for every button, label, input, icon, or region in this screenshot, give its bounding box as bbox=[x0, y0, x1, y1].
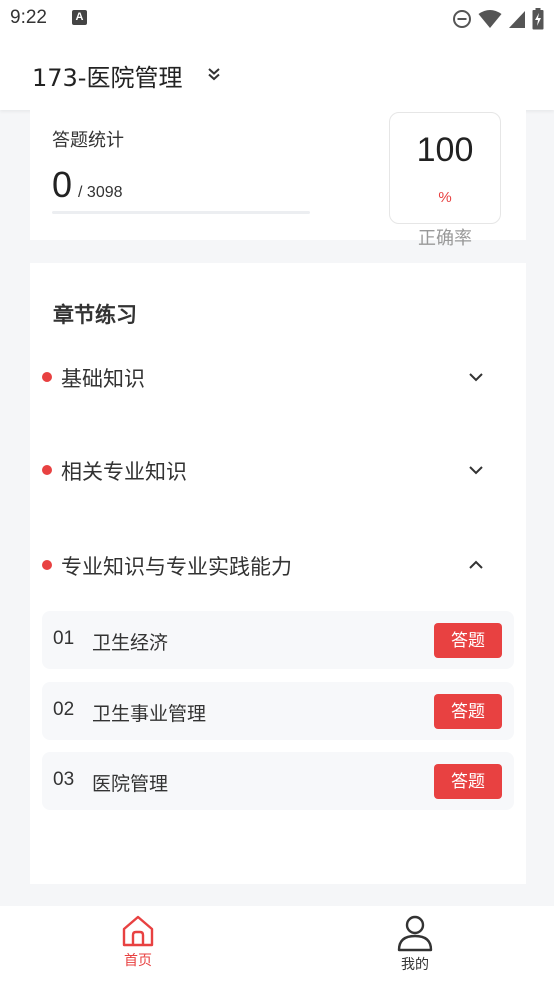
accuracy-value: 100 bbox=[416, 131, 474, 169]
section-label: 基础知识 bbox=[61, 367, 145, 391]
chevron-up-icon[interactable] bbox=[467, 556, 485, 574]
item-label: 医院管理 bbox=[92, 773, 169, 795]
user-icon bbox=[397, 915, 433, 952]
item-label: 卫生事业管理 bbox=[92, 703, 207, 725]
keyboard-notification-icon: A bbox=[72, 10, 87, 25]
section-bullet bbox=[42, 465, 52, 475]
section-related-knowledge[interactable]: 相关专业知识 bbox=[30, 450, 526, 490]
do-not-disturb-icon bbox=[453, 10, 471, 28]
app-header: 173-医院管理 bbox=[0, 38, 554, 110]
tab-label: 我的 bbox=[401, 957, 429, 973]
double-chevron-down-icon[interactable] bbox=[206, 66, 222, 82]
item-label: 卫生经济 bbox=[92, 632, 169, 654]
accuracy-unit: % bbox=[438, 189, 452, 206]
course-title[interactable]: 173-医院管理 bbox=[32, 58, 182, 93]
accuracy-box: 100 % bbox=[389, 112, 501, 224]
bottom-tab-bar: 首页 我的 bbox=[0, 906, 554, 984]
wifi-icon bbox=[478, 10, 502, 28]
status-time: 9:22 bbox=[10, 7, 47, 28]
list-item[interactable]: 01 卫生经济 答题 bbox=[42, 611, 514, 669]
accuracy-label: 正确率 bbox=[418, 228, 472, 249]
progress-bar bbox=[52, 211, 310, 214]
cellular-signal-icon bbox=[509, 11, 525, 28]
section-bullet bbox=[42, 372, 52, 382]
chevron-down-icon[interactable] bbox=[467, 461, 485, 479]
list-item[interactable]: 02 卫生事业管理 答题 bbox=[42, 682, 514, 740]
section-label: 相关专业知识 bbox=[61, 460, 187, 484]
status-bar: 9:22 A bbox=[0, 0, 554, 38]
tab-home[interactable]: 首页 bbox=[78, 906, 198, 984]
list-item[interactable]: 03 医院管理 答题 bbox=[42, 752, 514, 810]
section-label: 专业知识与专业实践能力 bbox=[61, 555, 292, 579]
section-professional-practice[interactable]: 专业知识与专业实践能力 bbox=[30, 545, 526, 585]
status-icons bbox=[452, 8, 544, 30]
total-count: / 3098 bbox=[78, 184, 123, 201]
item-number: 03 bbox=[53, 769, 75, 790]
chevron-down-icon[interactable] bbox=[467, 368, 485, 386]
section-bullet bbox=[42, 560, 52, 570]
chapter-practice-card: 章节练习 基础知识 相关专业知识 专业知识与专业实践能力 01 卫生经济 答题 … bbox=[30, 263, 526, 884]
item-number: 01 bbox=[53, 628, 75, 649]
tab-mine[interactable]: 我的 bbox=[355, 906, 475, 984]
item-number: 02 bbox=[53, 699, 75, 720]
answer-button[interactable]: 答题 bbox=[434, 694, 502, 729]
home-icon bbox=[122, 915, 154, 947]
answered-count: 0 bbox=[52, 164, 73, 205]
stats-label: 答题统计 bbox=[52, 130, 124, 151]
section-basic-knowledge[interactable]: 基础知识 bbox=[30, 357, 526, 397]
answer-button[interactable]: 答题 bbox=[434, 623, 502, 658]
tab-label: 首页 bbox=[124, 953, 152, 969]
chapter-practice-title: 章节练习 bbox=[53, 303, 137, 327]
battery-charging-icon bbox=[532, 8, 544, 30]
answer-button[interactable]: 答题 bbox=[434, 764, 502, 799]
answer-stats-card: 答题统计 0 / 3098 100 % 正确率 bbox=[30, 110, 526, 249]
stats-count: 0 / 3098 bbox=[52, 164, 123, 206]
